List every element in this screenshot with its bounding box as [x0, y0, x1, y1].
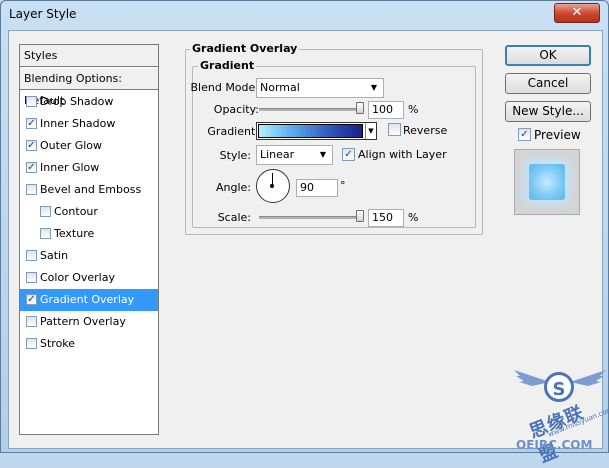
align-with-layer-checkbox[interactable]: ✓ [342, 148, 355, 161]
style-value: Linear [260, 148, 295, 161]
style-checkbox[interactable]: ✓ [26, 162, 37, 173]
style-checkbox[interactable]: ✓ [26, 294, 37, 305]
style-item-label: Inner Glow [40, 161, 100, 174]
style-item[interactable]: Drop Shadow [20, 91, 158, 113]
scale-unit: % [408, 211, 419, 224]
style-checkbox[interactable] [26, 338, 37, 349]
style-item[interactable]: Pattern Overlay [20, 311, 158, 333]
angle-dial[interactable] [256, 169, 290, 203]
style-checkbox[interactable] [40, 228, 51, 239]
reverse-checkbox[interactable] [388, 123, 401, 136]
style-checkbox[interactable] [40, 206, 51, 217]
preview-swatch [529, 164, 565, 200]
new-style-button[interactable]: New Style... [505, 101, 591, 122]
style-item-label: Texture [54, 227, 95, 240]
style-checkbox[interactable] [26, 184, 37, 195]
chevron-down-icon[interactable]: ▼ [365, 123, 376, 139]
blend-mode-value: Normal [260, 81, 300, 94]
opacity-slider-thumb[interactable] [356, 102, 364, 114]
style-item[interactable]: Color Overlay [20, 267, 158, 289]
opacity-label: Opacity: [213, 103, 259, 116]
angle-center [270, 184, 274, 188]
style-item-label: Outer Glow [40, 139, 103, 152]
blend-mode-select[interactable]: Normal ▼ [256, 78, 384, 98]
style-item[interactable]: ✓ Inner Shadow [20, 113, 158, 135]
style-item-label: Satin [40, 249, 69, 262]
scale-input[interactable]: 150 [368, 209, 404, 227]
dialog-body: Styles Blending Options: Default Drop Sh… [8, 30, 609, 467]
chevron-down-icon: ▼ [319, 150, 327, 159]
ok-button[interactable]: OK [505, 45, 591, 66]
opacity-unit: % [408, 103, 419, 116]
style-label: Style: [219, 149, 251, 162]
reverse-label: Reverse [403, 124, 448, 137]
gradient-overlay-title: Gradient Overlay [190, 42, 300, 55]
scale-label: Scale: [217, 211, 251, 224]
gradient-picker[interactable]: ▼ [256, 122, 377, 140]
style-checkbox[interactable]: ✓ [26, 140, 37, 151]
style-select[interactable]: Linear ▼ [256, 145, 333, 165]
style-checkbox[interactable] [26, 272, 37, 283]
blend-mode-label: Blend Mode: [190, 81, 260, 94]
scale-slider-thumb[interactable] [356, 210, 364, 222]
style-checkbox[interactable] [26, 250, 37, 261]
style-preview [514, 149, 580, 215]
angle-label: Angle: [215, 181, 251, 194]
angle-unit: ° [340, 179, 346, 192]
style-item-label: Contour [54, 205, 98, 218]
styles-header[interactable]: Styles [20, 45, 158, 67]
style-item[interactable]: ✓ Gradient Overlay [20, 289, 158, 311]
chevron-down-icon: ▼ [370, 83, 378, 92]
style-item-label: Pattern Overlay [40, 315, 126, 328]
scale-slider[interactable] [259, 216, 362, 219]
style-item-label: Color Overlay [40, 271, 115, 284]
cancel-button[interactable]: Cancel [505, 73, 591, 94]
close-button[interactable]: ✕ [554, 3, 600, 23]
preview-checkbox[interactable]: ✓ [518, 128, 531, 141]
style-item[interactable]: Contour [20, 201, 158, 223]
window-title: Layer Style [9, 7, 77, 21]
align-with-layer-label: Align with Layer [358, 148, 447, 161]
style-item[interactable]: Stroke [20, 333, 158, 355]
watermark-s-logo: S [544, 372, 574, 402]
style-item[interactable]: Texture [20, 223, 158, 245]
styles-list: Styles Blending Options: Default Drop Sh… [19, 44, 159, 435]
style-item[interactable]: ✓ Outer Glow [20, 135, 158, 157]
gradient-swatch[interactable] [258, 124, 363, 138]
opacity-input[interactable]: 100 [368, 101, 404, 119]
style-checkbox[interactable]: ✓ [26, 118, 37, 129]
layer-style-dialog: Layer Style ✕ Styles Blending Options: D… [0, 0, 609, 467]
style-item-label: Inner Shadow [40, 117, 116, 130]
style-item-label: Stroke [40, 337, 76, 350]
preview-label: Preview [534, 128, 581, 142]
angle-input[interactable]: 90 [296, 179, 338, 197]
style-item-label: Bevel and Emboss [40, 183, 142, 196]
style-item[interactable]: Satin [20, 245, 158, 267]
gradient-label: Gradient: [207, 125, 259, 138]
style-checkbox[interactable] [26, 96, 37, 107]
style-item-label: Drop Shadow [40, 95, 114, 108]
watermark-logo: S 思缘联盟 www.missyuan.com OEIRC.COM [514, 364, 609, 467]
style-item[interactable]: Bevel and Emboss [20, 179, 158, 201]
title-bar[interactable]: Layer Style ✕ [1, 1, 608, 29]
watermark-site: OEIRC.COM [516, 438, 593, 452]
style-item-label: Gradient Overlay [40, 293, 135, 306]
right-wing-icon [570, 370, 606, 386]
gradient-subtitle: Gradient [198, 59, 257, 72]
opacity-slider[interactable] [259, 108, 362, 111]
blending-options-item[interactable]: Blending Options: Default [20, 68, 158, 107]
style-checkbox[interactable] [26, 316, 37, 327]
style-item[interactable]: ✓ Inner Glow [20, 157, 158, 179]
